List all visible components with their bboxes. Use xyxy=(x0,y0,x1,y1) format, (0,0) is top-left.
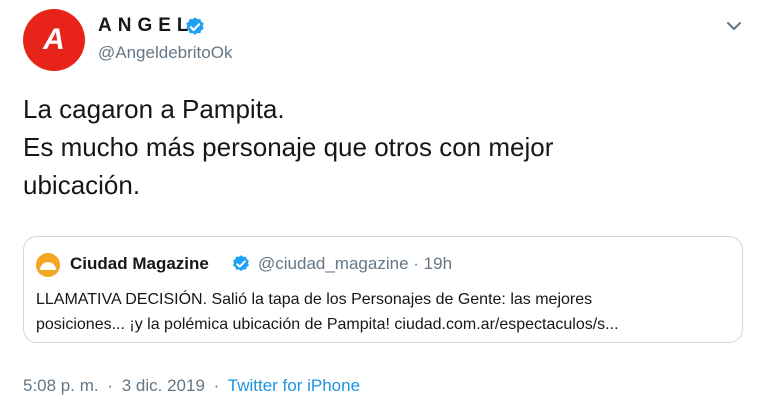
tweet-footer: 5:08 p. m. · 3 dic. 2019 · Twitter for i… xyxy=(23,376,360,396)
quoted-author-name: Ciudad Magazine xyxy=(70,254,209,273)
separator-dot: · xyxy=(413,254,419,273)
separator-dot: · xyxy=(107,376,114,395)
tweet-text-line: ubicación. xyxy=(23,170,141,200)
tweet-date[interactable]: 3 dic. 2019 xyxy=(122,376,205,395)
tweet-card: A ANGEL @AngeldebritoOk La cagaron a Pam… xyxy=(0,0,767,402)
author-avatar[interactable]: A xyxy=(23,9,85,71)
quoted-text: LLAMATIVA DECISIÓN. Salió la tapa de los… xyxy=(36,287,726,337)
tweet-text-line: Es mucho más personaje que otros con mej… xyxy=(23,132,554,162)
separator-dot: · xyxy=(213,376,220,395)
quoted-text-line: posiciones... ¡y la polémica ubicación d… xyxy=(36,316,619,333)
quoted-text-line: LLAMATIVA DECISIÓN. Salió la tapa de los… xyxy=(36,291,593,308)
quoted-avatar xyxy=(36,253,60,277)
quoted-handle: @ciudad_magazine xyxy=(258,254,409,273)
verified-badge-icon xyxy=(186,17,204,35)
tweet-time[interactable]: 5:08 p. m. xyxy=(23,376,99,395)
quoted-time[interactable]: 19h xyxy=(424,254,452,273)
tweet-text: La cagaron a Pampita. Es mucho más perso… xyxy=(23,90,743,204)
author-handle[interactable]: @AngeldebritoOk xyxy=(98,43,232,63)
author-name[interactable]: ANGEL xyxy=(98,15,195,37)
tweet-text-line: La cagaron a Pampita. xyxy=(23,94,285,124)
avatar-letter: A xyxy=(43,23,65,56)
quoted-avatar-logo xyxy=(40,262,56,270)
chevron-down-icon[interactable] xyxy=(724,16,744,36)
quoted-meta: @ciudad_magazine · 19h xyxy=(258,254,452,274)
quoted-tweet[interactable]: Ciudad Magazine @ciudad_magazine · 19h L… xyxy=(23,236,743,343)
verified-badge-icon xyxy=(233,255,249,272)
tweet-source-link[interactable]: Twitter for iPhone xyxy=(228,376,360,395)
